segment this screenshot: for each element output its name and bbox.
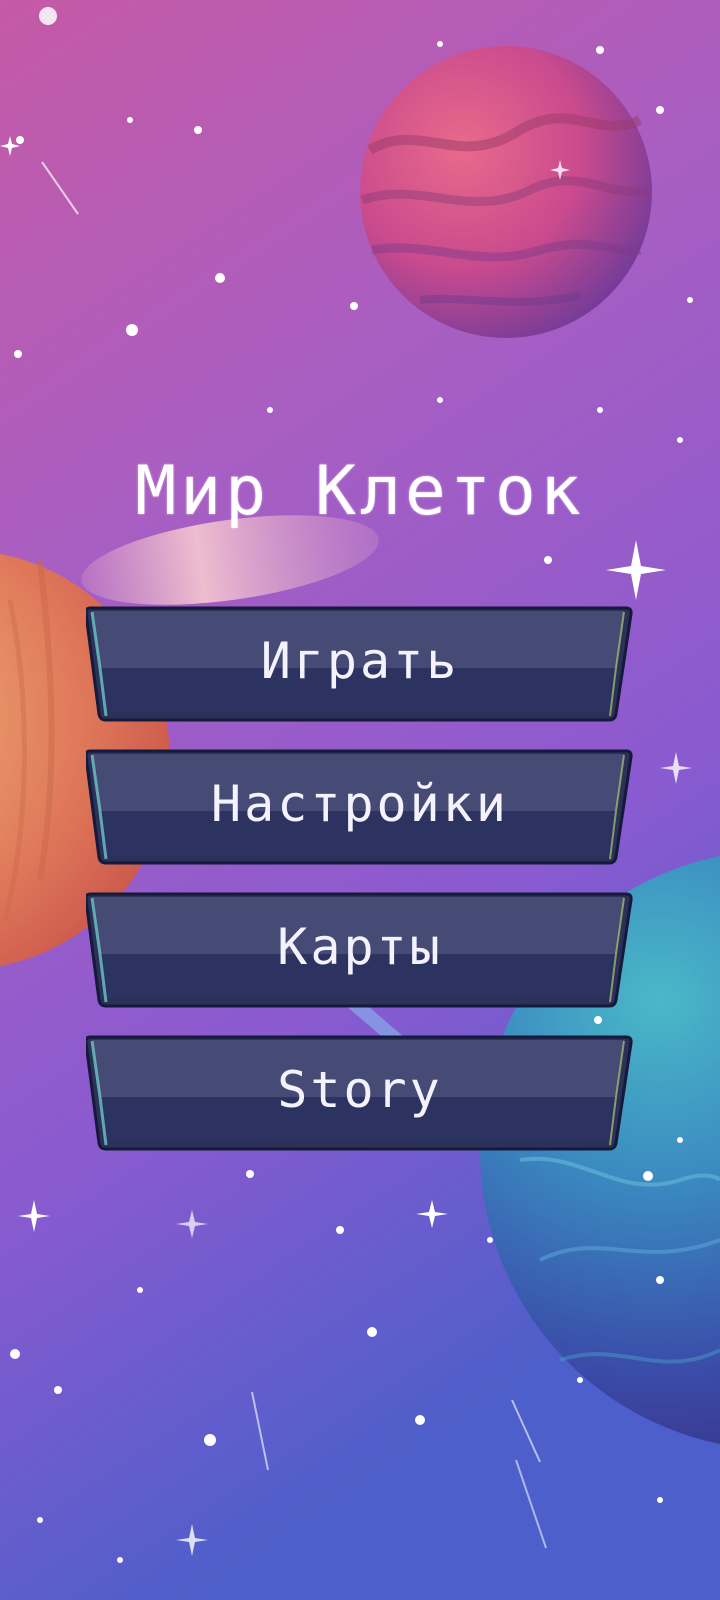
pink-planet xyxy=(360,46,652,338)
story-button[interactable]: Story xyxy=(86,1033,634,1153)
play-button[interactable]: Играть xyxy=(86,604,634,724)
game-title: Мир Клеток xyxy=(135,452,585,531)
maps-label: Карты xyxy=(277,918,443,976)
maps-button[interactable]: Карты xyxy=(86,890,634,1010)
story-label: Story xyxy=(277,1061,443,1119)
settings-button[interactable]: Настройки xyxy=(86,747,634,867)
settings-label: Настройки xyxy=(211,775,509,833)
play-label: Играть xyxy=(260,632,460,690)
